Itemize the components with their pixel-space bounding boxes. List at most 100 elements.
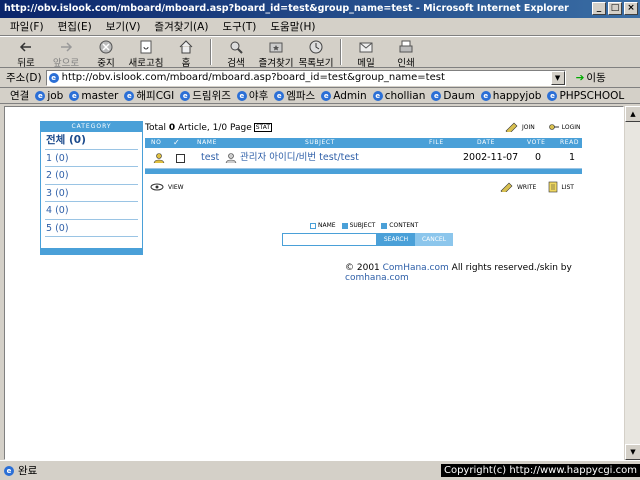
table-header: NO ✓ NAME SUBJECT FILE DATE VOTE READ	[145, 138, 582, 148]
mail-button[interactable]: 메일	[346, 37, 386, 69]
login-button[interactable]: LOGIN	[548, 123, 581, 131]
page-content: CATEGORY 전체 (0) 1 (0) 2 (0) 3 (0) 4 (0) …	[4, 106, 624, 460]
option-checkbox[interactable]	[310, 222, 316, 229]
search-button[interactable]: 검색	[216, 37, 256, 69]
link-item[interactable]: e 야후	[236, 88, 268, 103]
list-button[interactable]: LIST	[548, 181, 574, 193]
menu-view[interactable]: 보기(V)	[106, 19, 141, 34]
link-item[interactable]: e 드림위즈	[180, 88, 231, 103]
search-opt-name[interactable]: NAME	[310, 222, 336, 229]
key-icon	[548, 124, 559, 130]
link-label: 드림위즈	[192, 90, 231, 102]
row-vote: 0	[535, 152, 542, 163]
table-row[interactable]: test 관리자 아이디/비번 test/test 2002-11-07 0 1	[145, 148, 582, 168]
address-label: 주소(D)	[6, 72, 42, 84]
home-button[interactable]: 홈	[166, 37, 206, 69]
view-button[interactable]: VIEW	[150, 183, 184, 191]
refresh-button[interactable]: 새로고침	[126, 37, 166, 69]
link-item[interactable]: e Daum	[431, 90, 475, 102]
menu-edit[interactable]: 편집(E)	[58, 19, 92, 34]
link-item[interactable]: e job	[35, 90, 63, 102]
comhana-link[interactable]: ComHana.com	[383, 263, 449, 273]
favorites-label: 즐겨찾기	[258, 58, 294, 69]
table-footer-bar	[145, 168, 582, 174]
row-checkbox[interactable]	[176, 154, 185, 163]
history-button[interactable]: 목록보기	[296, 37, 336, 69]
link-label: PHPSCHOOL	[559, 89, 625, 102]
menu-bar: 파일(F) 편집(E) 보기(V) 즐겨찾기(A) 도구(T) 도움말(H)	[0, 18, 640, 36]
search-opt-content[interactable]: CONTENT	[381, 222, 418, 229]
search-button[interactable]: SEARCH	[377, 233, 415, 246]
print-button[interactable]: 인쇄	[386, 37, 426, 69]
stat-button[interactable]: STAT	[253, 123, 273, 132]
search-opt-subject[interactable]: SUBJECT	[341, 222, 375, 229]
close-button[interactable]: ×	[624, 2, 638, 15]
history-icon	[308, 39, 324, 54]
status-text: 완료	[18, 465, 38, 477]
category-item[interactable]: 1 (0)	[45, 150, 138, 167]
pen-icon	[505, 122, 518, 132]
ie-page-icon: e	[180, 90, 191, 101]
link-item[interactable]: e chollian	[372, 90, 425, 102]
favorites-button[interactable]: 즐겨찾기	[256, 37, 296, 69]
cancel-button[interactable]: CANCEL	[415, 233, 453, 246]
link-label: master	[81, 89, 119, 102]
scroll-up-icon[interactable]: ▲	[625, 106, 640, 122]
join-button[interactable]: JOIN	[505, 122, 535, 132]
search-input[interactable]	[282, 233, 377, 246]
category-item[interactable]: 3 (0)	[45, 185, 138, 202]
stop-icon	[98, 39, 114, 54]
menu-file[interactable]: 파일(F)	[10, 19, 44, 34]
forward-button[interactable]: 앞으로	[46, 37, 86, 69]
link-item[interactable]: e 해피CGI	[124, 88, 174, 103]
col-subject: SUBJECT	[305, 139, 335, 146]
row-subject[interactable]: 관리자 아이디/비번 test/test	[240, 148, 359, 168]
toolbar-separator	[340, 39, 342, 65]
link-item[interactable]: e master	[69, 90, 118, 102]
total-prefix: Total	[145, 123, 169, 133]
category-item-all[interactable]: 전체 (0)	[45, 132, 138, 150]
footer-middle: All rights reserved./skin by	[448, 263, 572, 273]
category-panel: CATEGORY 전체 (0) 1 (0) 2 (0) 3 (0) 4 (0) …	[40, 121, 143, 255]
address-dropdown-icon[interactable]: ▼	[550, 70, 565, 85]
back-label: 뒤로	[17, 58, 35, 69]
ie-page-icon: e	[321, 90, 332, 101]
link-item[interactable]: e happyjob	[480, 89, 542, 102]
print-label: 인쇄	[397, 58, 415, 69]
go-button[interactable]: ➔ 이동	[576, 70, 606, 85]
col-check: ✓	[173, 138, 181, 147]
skin-link[interactable]: comhana.com	[345, 273, 409, 283]
scroll-down-icon[interactable]: ▼	[625, 444, 640, 460]
login-label: LOGIN	[561, 123, 581, 131]
option-checkbox[interactable]	[341, 222, 348, 229]
link-item[interactable]: e 엠파스	[274, 88, 315, 103]
window-titlebar: http://obv.islook.com/mboard/mboard.asp?…	[0, 0, 640, 18]
stop-button[interactable]: 중지	[86, 37, 126, 69]
link-label: job	[47, 89, 64, 102]
col-file: FILE	[429, 139, 444, 146]
link-item[interactable]: e Admin	[321, 90, 367, 102]
category-item[interactable]: 2 (0)	[45, 167, 138, 185]
ie-page-icon: e	[372, 90, 383, 101]
vertical-scrollbar[interactable]: ▲ ▼	[624, 106, 640, 460]
link-label: happyjob	[492, 89, 542, 102]
menu-favorites[interactable]: 즐겨찾기(A)	[154, 19, 208, 34]
write-button[interactable]: WRITE	[500, 182, 536, 192]
back-arrow-icon	[18, 39, 34, 54]
col-no: NO	[151, 139, 162, 146]
pen-icon	[500, 182, 513, 192]
menu-tools[interactable]: 도구(T)	[222, 19, 256, 34]
maximize-button[interactable]: □	[608, 2, 622, 15]
category-item[interactable]: 5 (0)	[45, 220, 138, 237]
link-item[interactable]: e PHPSCHOOL	[547, 90, 624, 102]
address-field[interactable]: e http://obv.islook.com/mboard/mboard.as…	[45, 69, 566, 86]
option-checkbox[interactable]	[381, 222, 388, 229]
menu-help[interactable]: 도움말(H)	[270, 19, 315, 34]
row-name[interactable]: test	[201, 148, 219, 168]
row-read: 1	[569, 152, 576, 163]
minimize-button[interactable]: _	[592, 2, 606, 15]
category-item[interactable]: 4 (0)	[45, 202, 138, 220]
ie-page-icon: e	[69, 90, 80, 101]
ie-page-icon: e	[274, 90, 285, 101]
back-button[interactable]: 뒤로	[6, 37, 46, 69]
